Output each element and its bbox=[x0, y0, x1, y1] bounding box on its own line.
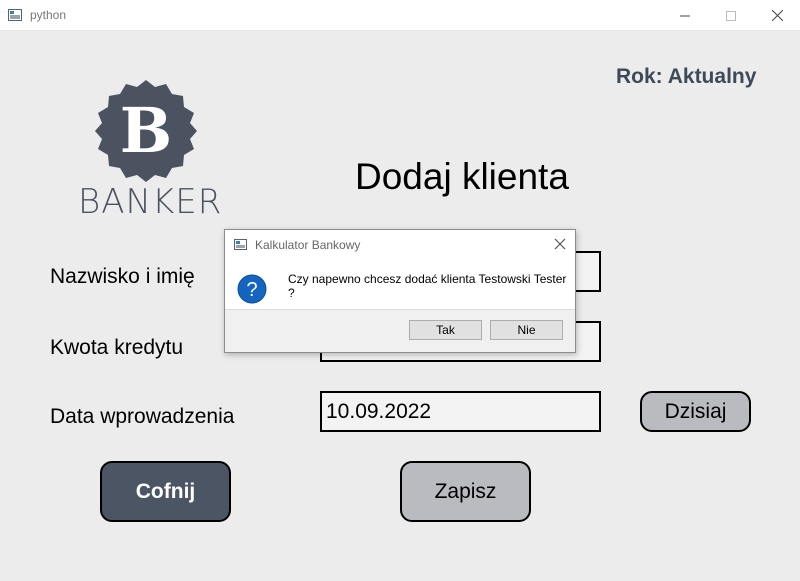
close-window-button[interactable] bbox=[754, 0, 800, 31]
page-title: Dodaj klienta bbox=[355, 156, 569, 197]
back-button[interactable]: Cofnij bbox=[100, 461, 231, 522]
banker-logo: B BANKER bbox=[78, 78, 223, 223]
year-label: Rok: Aktualny bbox=[616, 65, 757, 88]
close-icon bbox=[771, 10, 783, 21]
today-button[interactable]: Dzisiaj bbox=[640, 391, 751, 432]
logo-brand-text: BANKER bbox=[78, 182, 223, 222]
app-window-icon bbox=[8, 9, 22, 21]
dialog-title: Kalkulator Bankowy bbox=[255, 238, 361, 252]
dialog-close-icon[interactable] bbox=[552, 236, 568, 252]
amount-label: Kwota kredytu bbox=[50, 336, 184, 359]
save-button[interactable]: Zapisz bbox=[400, 461, 531, 522]
no-button[interactable]: Nie bbox=[490, 320, 563, 340]
dialog-button-bar: Tak Nie bbox=[225, 309, 575, 352]
window-title: python bbox=[30, 8, 67, 22]
maximize-icon bbox=[726, 10, 736, 21]
date-field[interactable]: 10.09.2022 bbox=[320, 391, 601, 432]
logo-letter: B bbox=[120, 94, 172, 167]
confirm-dialog: Kalkulator Bankowy ? Czy napewno chcesz … bbox=[224, 229, 576, 353]
svg-text:?: ? bbox=[246, 279, 257, 301]
window-titlebar: python bbox=[0, 0, 800, 31]
dialog-window-icon bbox=[234, 239, 247, 250]
minimize-icon bbox=[680, 15, 690, 16]
dialog-message: Czy napewno chcesz dodać klienta Testows… bbox=[288, 272, 567, 300]
minimize-button[interactable] bbox=[662, 0, 708, 31]
name-label: Nazwisko i imię bbox=[50, 265, 195, 288]
badge-icon: B bbox=[95, 80, 197, 182]
question-icon: ? bbox=[237, 274, 267, 304]
date-label: Data wprowadzenia bbox=[50, 405, 235, 428]
maximize-button[interactable] bbox=[708, 0, 754, 31]
yes-button[interactable]: Tak bbox=[409, 320, 482, 340]
